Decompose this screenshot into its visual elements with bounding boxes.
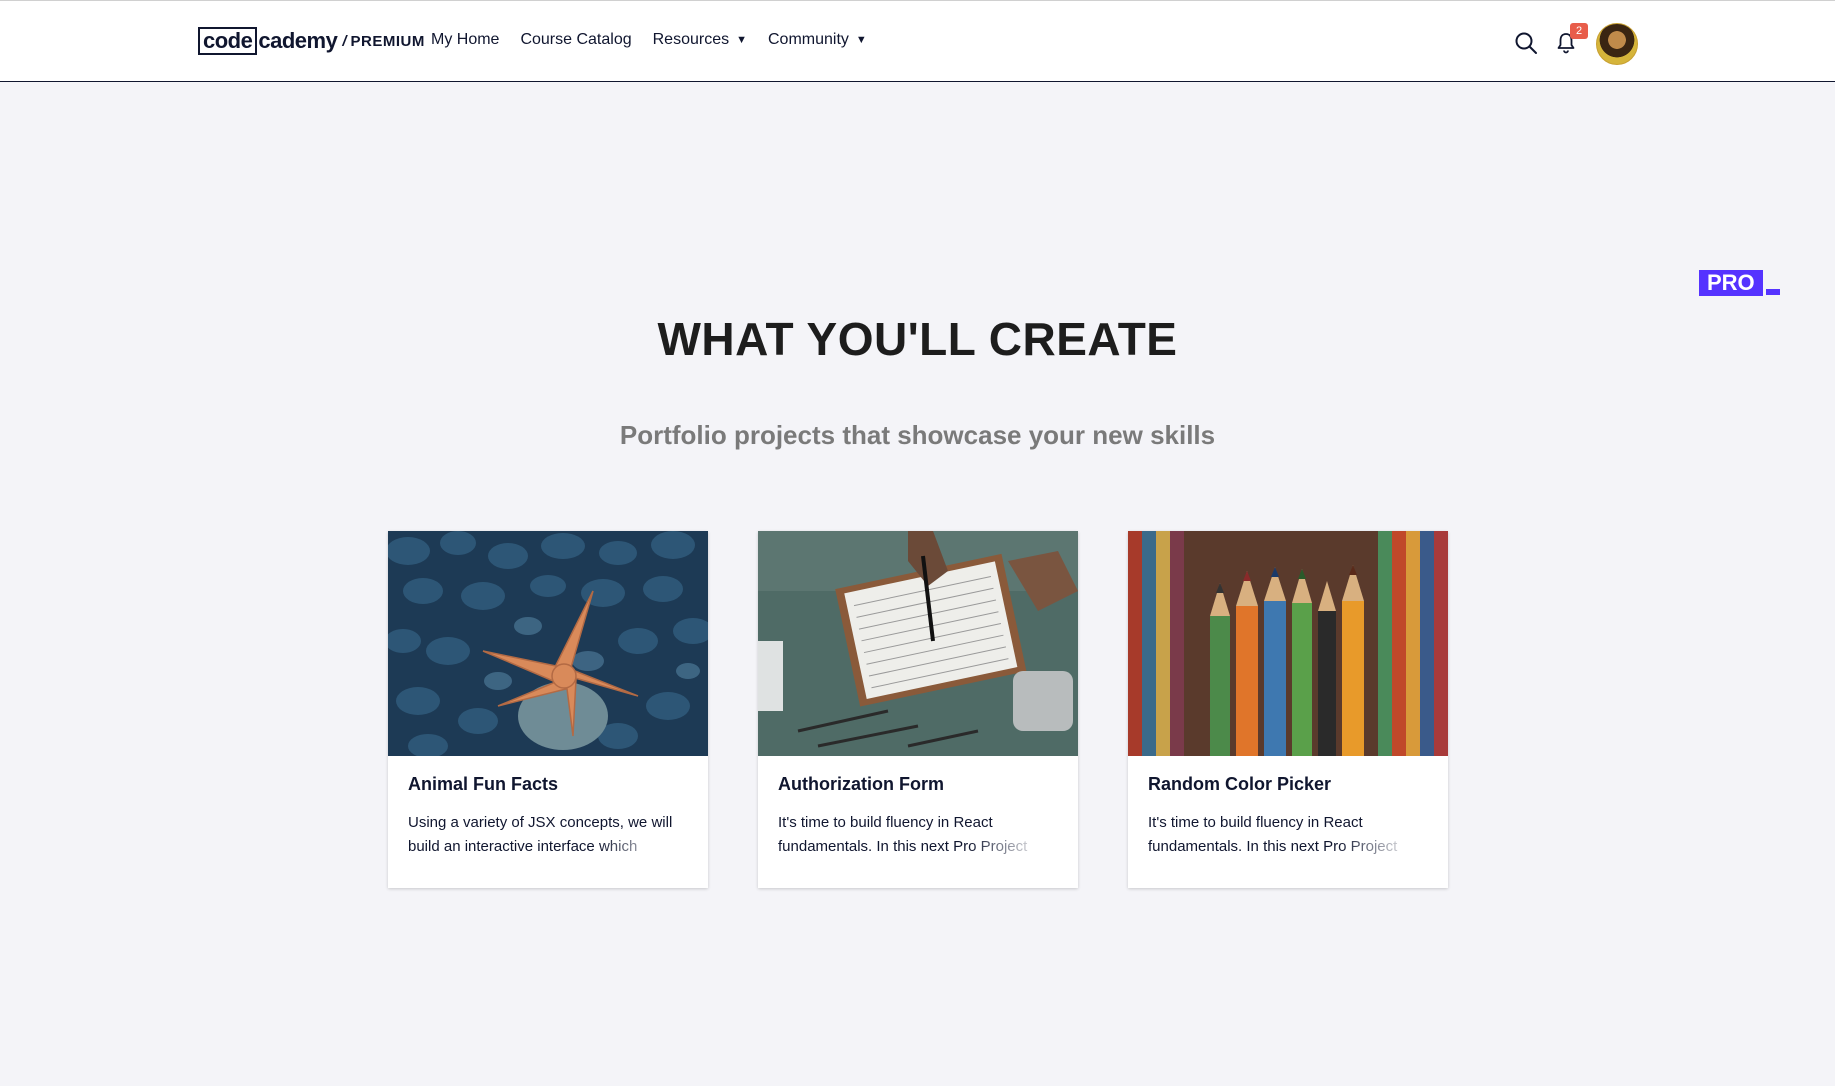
notification-count-badge: 2: [1570, 23, 1588, 39]
card-body: Animal Fun Facts Using a variety of JSX …: [388, 774, 708, 859]
nav-my-home[interactable]: My Home: [431, 31, 499, 49]
logo-code-box: code: [198, 27, 258, 55]
starfish-image: [388, 531, 708, 756]
card-title: Random Color Picker: [1148, 774, 1332, 794]
nav-my-home-label: My Home: [431, 31, 500, 48]
pro-badge-cursor: [1766, 289, 1780, 295]
card-description: Using a variety of JSX concepts, we will…: [408, 811, 688, 859]
top-navbar: code cademy / PREMIUM My Home Course Cat…: [0, 0, 1835, 82]
search-icon[interactable]: [1514, 31, 1538, 55]
pro-badge: PRO: [1699, 270, 1763, 296]
section-subtitle: Portfolio projects that showcase your ne…: [619, 420, 1216, 450]
card-description: It's time to build fluency in React fund…: [1148, 811, 1428, 859]
logo-cademy-text: cademy: [258, 28, 338, 53]
nav-links: My Home Course Catalog Resources ▼ Commu…: [431, 31, 888, 49]
section-title: WHAT YOU'LL CREATE: [657, 313, 1178, 365]
project-card-random-color-picker[interactable]: Random Color Picker It's time to build f…: [1128, 531, 1448, 888]
logo-premium-text: PREMIUM: [350, 32, 425, 50]
nav-community-dropdown[interactable]: Community ▼: [768, 31, 867, 49]
card-body: Random Color Picker It's time to build f…: [1128, 774, 1448, 859]
user-avatar[interactable]: [1596, 23, 1638, 65]
caret-down-icon: ▼: [855, 34, 867, 46]
card-body: Authorization Form It's time to build fl…: [758, 774, 1078, 859]
project-card-animal-fun-facts[interactable]: Animal Fun Facts Using a variety of JSX …: [388, 531, 708, 888]
colored-pencils-image: [1128, 531, 1448, 756]
card-description: It's time to build fluency in React fund…: [778, 811, 1058, 859]
nav-course-catalog[interactable]: Course Catalog: [520, 31, 631, 49]
card-title: Animal Fun Facts: [408, 774, 559, 794]
codecademy-premium-logo[interactable]: code cademy / PREMIUM: [198, 26, 425, 56]
caret-down-icon: ▼: [736, 34, 747, 46]
nav-resources-label: Resources: [652, 31, 730, 48]
logo-separator: /: [342, 32, 347, 50]
nav-course-catalog-label: Course Catalog: [520, 31, 632, 48]
project-card-authorization-form[interactable]: Authorization Form It's time to build fl…: [758, 531, 1078, 888]
nav-community-label: Community: [768, 31, 849, 48]
clipboard-writing-image: [758, 531, 1078, 756]
nav-resources-dropdown[interactable]: Resources ▼: [653, 31, 747, 49]
card-title: Authorization Form: [778, 774, 944, 794]
